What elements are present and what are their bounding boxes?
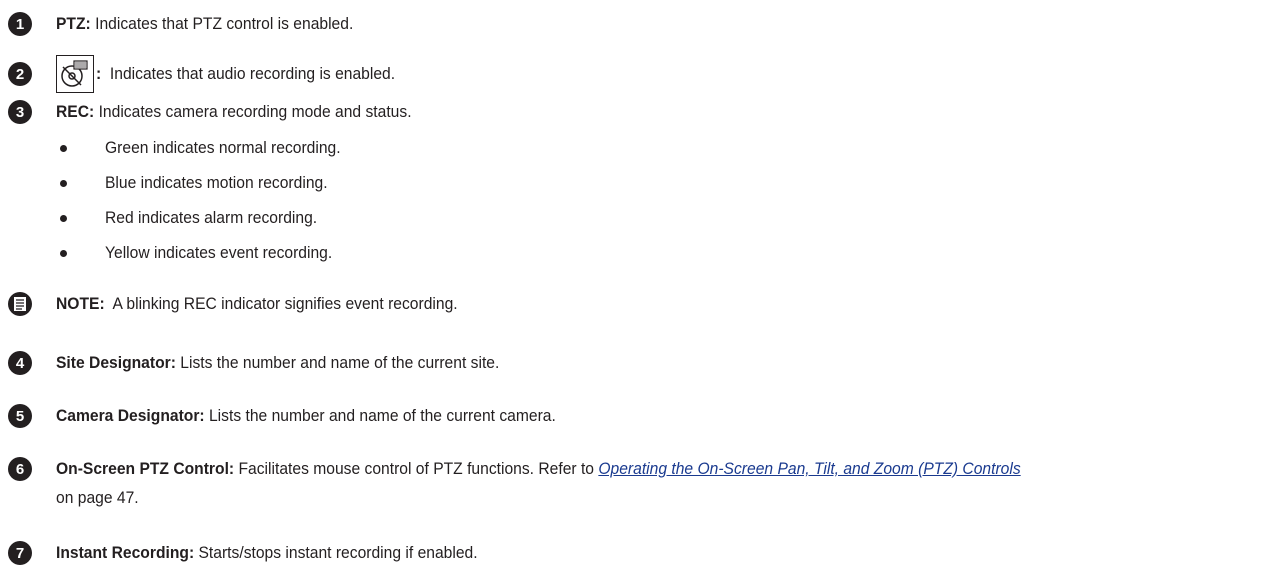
audio-record-icon bbox=[56, 55, 94, 93]
number-badge: 6 bbox=[8, 457, 32, 481]
item-text-continued: on page 47. bbox=[56, 488, 139, 507]
note: NOTE: A blinking REC indicator signifies… bbox=[0, 292, 493, 316]
bullet-text: Red indicates alarm recording. bbox=[105, 208, 318, 227]
bullet-dot bbox=[60, 145, 67, 152]
list-item-camera-designator: 5 Camera Designator: Lists the number an… bbox=[0, 404, 599, 428]
item-label: PTZ: bbox=[56, 14, 91, 33]
item-desc: Indicates that PTZ control is enabled. bbox=[90, 14, 354, 33]
list-item-site-designator: 4 Site Designator: Lists the number and … bbox=[0, 351, 538, 375]
item-desc: Lists the number and name of the current… bbox=[204, 406, 556, 425]
bullet-text: Green indicates normal recording. bbox=[105, 138, 341, 157]
item-text: : Indicates that audio recording is enab… bbox=[96, 62, 395, 86]
bullet-dot bbox=[60, 180, 67, 187]
item-label: Site Designator: bbox=[56, 353, 176, 372]
item-desc: Starts/stops instant recording if enable… bbox=[194, 543, 478, 562]
note-icon bbox=[8, 292, 32, 316]
item-label: On-Screen PTZ Control: bbox=[56, 459, 235, 478]
list-item-instant-recording: 7 Instant Recording: Starts/stops instan… bbox=[0, 541, 514, 565]
item-desc: Indicates camera recording mode and stat… bbox=[94, 102, 412, 121]
item-text: REC: Indicates camera recording mode and… bbox=[56, 100, 412, 124]
item-text: On-Screen PTZ Control: Facilitates mouse… bbox=[56, 457, 1021, 481]
item-text: Site Designator: Lists the number and na… bbox=[56, 351, 499, 375]
list-item-audio: 2 : Indicates that audio recording is en… bbox=[0, 55, 421, 93]
list-item-onscreen-ptz: 6 On-Screen PTZ Control: Facilitates mou… bbox=[0, 457, 1105, 481]
ptz-controls-link[interactable]: Operating the On-Screen Pan, Tilt, and Z… bbox=[598, 459, 1020, 478]
number-badge: 2 bbox=[8, 62, 32, 86]
bullet-dot bbox=[60, 250, 67, 257]
bullet-text: Yellow indicates event recording. bbox=[105, 243, 333, 262]
item-desc: Indicates that audio recording is enable… bbox=[101, 64, 396, 83]
item-text: Instant Recording: Starts/stops instant … bbox=[56, 541, 478, 565]
note-label: NOTE: bbox=[56, 294, 105, 313]
item-text: Camera Designator: Lists the number and … bbox=[56, 404, 556, 428]
item-label: Instant Recording: bbox=[56, 543, 195, 562]
list-item-ptz: 1 PTZ: Indicates that PTZ control is ena… bbox=[0, 12, 379, 36]
item-text: PTZ: Indicates that PTZ control is enabl… bbox=[56, 12, 353, 36]
number-badge: 4 bbox=[8, 351, 32, 375]
number-badge: 7 bbox=[8, 541, 32, 565]
note-desc: A blinking REC indicator signifies event… bbox=[104, 294, 458, 313]
bullet-text: Blue indicates motion recording. bbox=[105, 173, 328, 192]
number-badge: 3 bbox=[8, 100, 32, 124]
bullet-dot bbox=[60, 215, 67, 222]
item-label: Camera Designator: bbox=[56, 406, 205, 425]
number-badge: 5 bbox=[8, 404, 32, 428]
note-text: NOTE: A blinking REC indicator signifies… bbox=[56, 292, 458, 316]
item-label: REC: bbox=[56, 102, 95, 121]
list-item-rec: 3 REC: Indicates camera recording mode a… bbox=[0, 100, 442, 124]
item-desc: Lists the number and name of the current… bbox=[175, 353, 500, 372]
number-badge: 1 bbox=[8, 12, 32, 36]
item-desc: Facilitates mouse control of PTZ functio… bbox=[234, 459, 599, 478]
